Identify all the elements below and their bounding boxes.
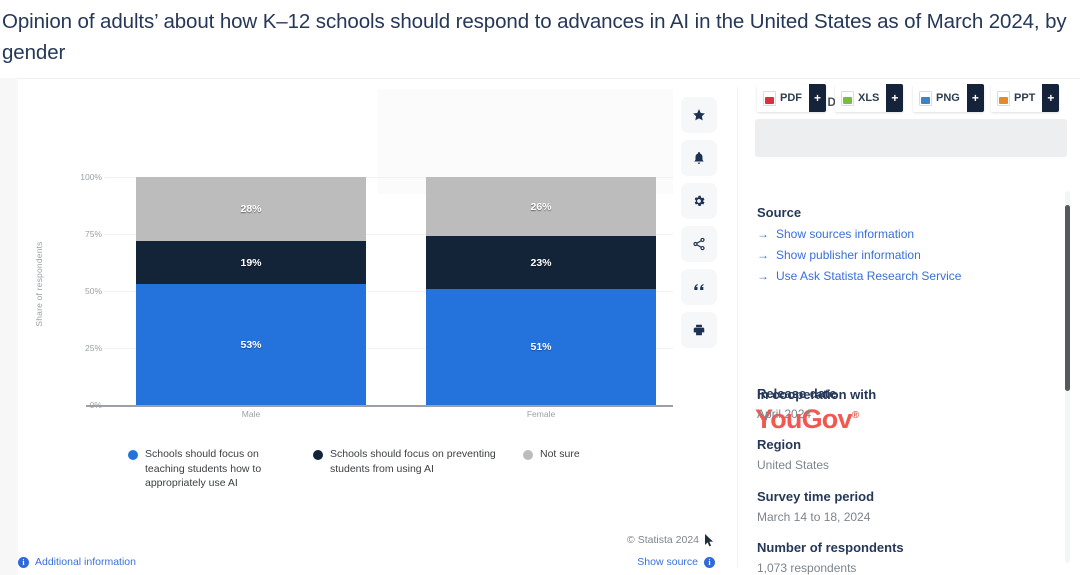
- metadata-label: Survey time period: [757, 489, 875, 504]
- arrow-right-icon: →: [757, 269, 769, 283]
- info-icon: i: [704, 556, 715, 568]
- action-icon-rail: [681, 97, 717, 355]
- bar-segment-label: 19%: [240, 256, 262, 269]
- source-link-label: Show publisher information: [776, 248, 921, 262]
- share-icon[interactable]: [681, 226, 717, 262]
- bar-segment-label: 26%: [530, 200, 552, 213]
- y-axis-ticks: 0%25%50%75%100%: [18, 79, 102, 534]
- bar-segment[interactable]: 23%: [426, 236, 656, 289]
- cursor-pointer-icon: [705, 534, 715, 552]
- download-label-area[interactable]: PPT: [991, 84, 1043, 112]
- download-format-label: XLS: [858, 92, 880, 104]
- page-title: Opinion of adults’ about how K–12 school…: [2, 10, 1067, 64]
- y-axis-tick-label: 25%: [84, 343, 102, 353]
- download-options-button[interactable]: +: [1042, 84, 1060, 112]
- info-icon: i: [18, 556, 29, 568]
- source-link[interactable]: → Show sources information: [757, 227, 914, 241]
- download-label-area[interactable]: PDF: [757, 84, 809, 112]
- copyright-text: © Statista 2024: [627, 534, 699, 546]
- legend-label: Schools should focus on preventing stude…: [330, 448, 496, 475]
- info-sidebar: DOWNLOAD PDF+XLS+PNG+PPT+ Source →Show s…: [737, 79, 1080, 575]
- bar-segment-label: 53%: [240, 338, 262, 351]
- metadata-label: Number of respondents: [757, 540, 904, 555]
- download-label-area[interactable]: XLS: [835, 84, 887, 112]
- download-options-button[interactable]: +: [966, 84, 984, 112]
- bar-segment-label: 28%: [240, 202, 262, 215]
- y-axis-tick-label: 50%: [84, 286, 102, 296]
- download-button-bar: [755, 119, 1067, 157]
- download-pdf-button[interactable]: PDF +: [757, 84, 826, 112]
- bar-segment-label: 51%: [530, 340, 552, 353]
- source-link[interactable]: → Show publisher information: [757, 248, 921, 262]
- statista-chart-page: Opinion of adults’ about how K–12 school…: [0, 0, 1080, 575]
- bar-segment[interactable]: 19%: [136, 240, 366, 285]
- x-axis-tick-label: Female: [526, 409, 556, 419]
- show-source-label: Show source: [637, 556, 698, 568]
- bar-column[interactable]: 53% 19% 28%: [136, 177, 366, 405]
- arrow-right-icon: →: [757, 227, 769, 241]
- bar-segment[interactable]: 51%: [426, 288, 656, 405]
- x-axis-line: [86, 405, 673, 407]
- legend-label: Schools should focus on teaching student…: [145, 448, 262, 489]
- xls-file-icon: [841, 90, 854, 106]
- additional-information-link[interactable]: i Additional information: [18, 556, 136, 568]
- metadata-value: March 14 to 18, 2024: [757, 510, 871, 524]
- metadata-value: April 2024: [757, 407, 812, 421]
- page-body: Share of respondents 0%25%50%75%100% 53%…: [0, 78, 1080, 575]
- metadata-value: 1,073 respondents: [757, 561, 857, 575]
- chart-footer: © Statista 2024 i Additional information…: [0, 534, 737, 575]
- download-png-button[interactable]: PNG +: [913, 84, 984, 112]
- pdf-file-icon: [763, 90, 776, 106]
- left-edge-band: [0, 78, 18, 575]
- y-axis-tick-label: 75%: [84, 229, 102, 239]
- legend-color-dot: [128, 450, 138, 460]
- y-axis-tick-label: 100%: [80, 172, 102, 182]
- metadata-value: United States: [757, 458, 830, 472]
- legend-item[interactable]: Schools should focus on preventing stude…: [313, 447, 513, 476]
- chart-legend: Schools should focus on teaching student…: [128, 447, 673, 507]
- download-ppt-button[interactable]: PPT +: [991, 84, 1060, 112]
- sidebar-divider: [737, 87, 738, 567]
- download-format-label: PNG: [936, 92, 960, 104]
- download-format-label: PDF: [780, 92, 802, 104]
- png-file-icon: [919, 90, 932, 106]
- download-options-button[interactable]: +: [809, 84, 826, 112]
- legend-item[interactable]: Schools should focus on teaching student…: [128, 447, 298, 491]
- x-axis-tick-label: Male: [241, 409, 261, 419]
- legend-item[interactable]: Not sure: [523, 447, 643, 462]
- chart-panel: Share of respondents 0%25%50%75%100% 53%…: [18, 79, 673, 534]
- gear-icon[interactable]: [681, 183, 717, 219]
- arrow-right-icon: →: [757, 248, 769, 262]
- source-heading: Source: [757, 205, 802, 220]
- page-title-area: Opinion of adults’ about how K–12 school…: [0, 0, 1080, 78]
- bar-segment[interactable]: 53%: [136, 284, 366, 405]
- bar-column[interactable]: 51% 23% 26%: [426, 177, 656, 405]
- quote-icon[interactable]: [681, 269, 717, 305]
- star-icon[interactable]: [681, 97, 717, 133]
- bar-segment[interactable]: 26%: [426, 177, 656, 237]
- legend-color-dot: [523, 450, 533, 460]
- source-link[interactable]: → Use Ask Statista Research Service: [757, 269, 961, 283]
- additional-information-label: Additional information: [35, 556, 136, 568]
- source-link-label: Show sources information: [776, 227, 915, 241]
- download-xls-button[interactable]: XLS +: [835, 84, 904, 112]
- metadata-label: Release date: [757, 386, 837, 401]
- download-label-area[interactable]: PNG: [913, 84, 967, 112]
- print-icon[interactable]: [681, 312, 717, 348]
- legend-color-dot: [313, 450, 323, 460]
- bell-icon[interactable]: [681, 140, 717, 176]
- download-options-button[interactable]: +: [886, 84, 904, 112]
- source-link-label: Use Ask Statista Research Service: [776, 269, 962, 283]
- bar-segment[interactable]: 28%: [136, 177, 366, 241]
- ppt-file-icon: [997, 90, 1010, 106]
- sidebar-scrollbar-thumb[interactable]: [1065, 205, 1070, 391]
- show-source-link[interactable]: Show source i: [637, 556, 715, 568]
- download-format-label: PPT: [1014, 92, 1036, 104]
- bar-segment-label: 23%: [530, 256, 552, 269]
- metadata-label: Region: [757, 437, 802, 452]
- legend-label: Not sure: [540, 448, 580, 460]
